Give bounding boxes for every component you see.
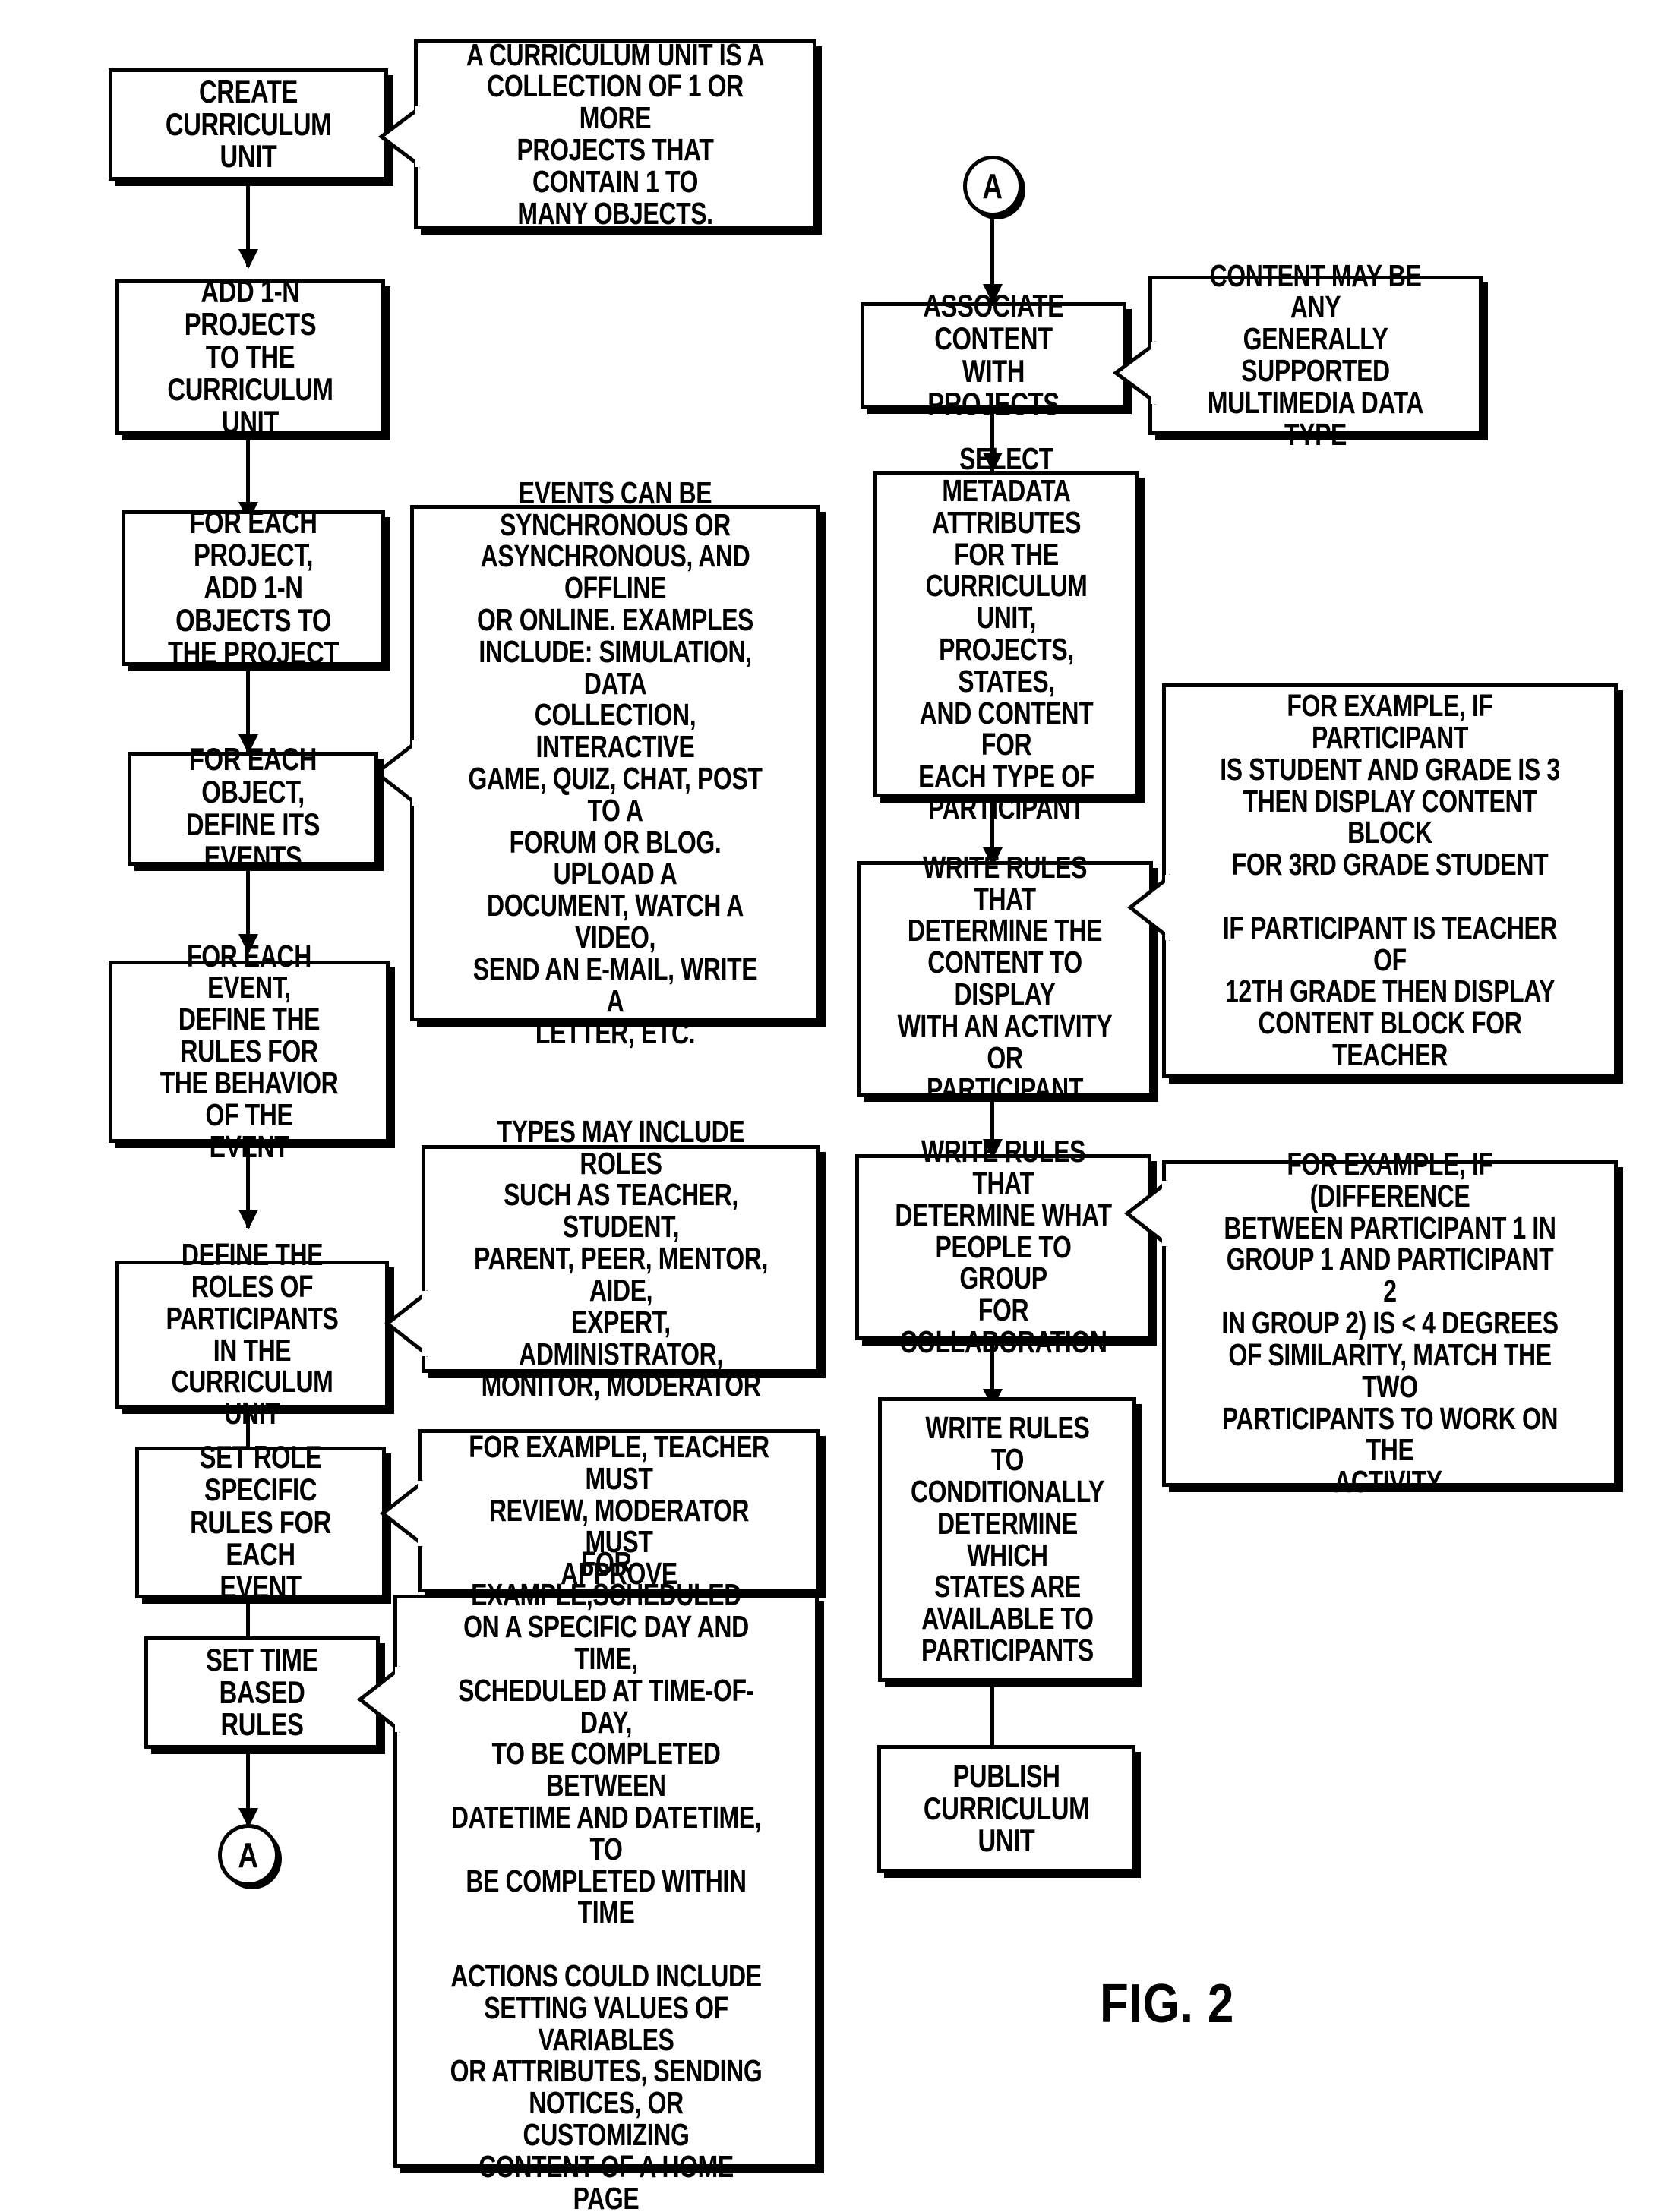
connector-a-out: A [218,1824,279,1886]
note-events: EVENTS CAN BE SYNCHRONOUS OR ASYNCHRONOU… [410,477,820,1048]
note-participant-example: FOR EXAMPLE, IF PARTICIPANT IS STUDENT A… [1162,683,1618,1078]
note-label: FOR EXAMPLE,SCHEDULED ON A SPECIFIC DAY … [450,1545,763,2212]
note-label: CONTENT MAY BE ANY GENERALLY SUPPORTED M… [1207,257,1424,452]
note-role-types: TYPES MAY INCLUDE ROLES SUCH AS TEACHER,… [422,1115,820,1401]
process-label: CREATE CURRICULUM UNIT [165,73,332,175]
process-label: WRITE RULES THAT DETERMINE THE CONTENT T… [897,849,1113,1107]
process-label: FOR EACH EVENT, DEFINE THE RULES FOR THE… [160,938,339,1163]
process-define-roles: DEFINE THE ROLES OF PARTICIPANTS IN THE … [115,1239,389,1429]
process-label: PUBLISH CURRICULUM UNIT [923,1757,1090,1859]
process-label: SET TIME BASED RULES [206,1641,318,1743]
process-add-projects: ADD 1-n PROJECTS TO THE CURRICULUM UNIT [115,273,385,440]
process-label: FOR EACH OBJECT, DEFINE ITS EVENTS [185,741,321,875]
process-create-curriculum-unit: CREATE CURRICULUM UNIT [109,68,388,181]
figure-caption: FIG. 2 [1100,1973,1256,2035]
process-define-event-rules: FOR EACH EVENT, DEFINE THE RULES FOR THE… [109,940,390,1162]
connector-a-in: A [963,156,1022,216]
process-label: WRITE RULES THAT DETERMINE WHAT PEOPLE T… [895,1134,1112,1360]
note-label: FOR EXAMPLE, IF PARTICIPANT IS STUDENT A… [1220,688,1560,1073]
process-label: FOR EACH PROJECT, ADD 1-n OBJECTS TO THE… [167,504,340,671]
arrow-create-to-add-projects [246,182,250,267]
process-associate-content: ASSOCIATE CONTENT WITH PROJECTS [861,289,1126,420]
process-set-time-rules: SET TIME BASED RULES [144,1636,380,1749]
note-content-type: CONTENT MAY BE ANY GENERALLY SUPPORTED M… [1148,260,1483,450]
arrow-add-objects-to-define-events [246,667,250,753]
note-curriculum-unit: A CURRICULUM UNIT IS A COLLECTION OF 1 O… [414,39,816,229]
figure-caption-label: FIG. 2 [1100,1974,1235,2034]
process-label: SET ROLE SPECIFIC RULES FOR EACH EVENT [190,1438,331,1605]
arrow-time-rules-to-connector-a [246,1750,250,1826]
connector-label: A [982,166,1003,206]
process-select-metadata: SELECT METADATA ATTRIBUTES FOR THE CURRI… [873,443,1139,824]
connector-label: A [238,1835,259,1875]
note-group-example: FOR EXAMPLE, IF (DIFFERENCE BETWEEN PART… [1162,1148,1618,1497]
process-define-events: FOR EACH OBJECT, DEFINE ITS EVENTS [128,743,378,873]
patent-figure-page: CREATE CURRICULUM UNIT A CURRICULUM UNIT… [0,0,1674,2212]
note-label: A CURRICULUM UNIT IS A COLLECTION OF 1 O… [466,36,765,231]
note-time-example: FOR EXAMPLE,SCHEDULED ON A SPECIFIC DAY … [393,1548,819,2212]
note-label: EVENTS CAN BE SYNCHRONOUS OR ASYNCHRONOU… [468,475,763,1050]
note-label: TYPES MAY INCLUDE ROLES SUCH AS TEACHER,… [474,1113,768,1403]
process-label: ADD 1-n PROJECTS TO THE CURRICULUM UNIT [167,273,333,440]
arrow-event-rules-to-define-roles [246,1144,250,1228]
process-publish-curriculum-unit: PUBLISH CURRICULUM UNIT [877,1745,1135,1873]
process-set-role-rules: SET ROLE SPECIFIC RULES FOR EACH EVENT [135,1440,386,1603]
note-label: FOR EXAMPLE, IF (DIFFERENCE BETWEEN PART… [1221,1147,1559,1500]
process-label: ASSOCIATE CONTENT WITH PROJECTS [923,288,1064,421]
process-label: WRITE RULES TO CONDITIONALLY DETERMINE W… [910,1410,1104,1668]
process-write-state-rules: WRITE RULES TO CONDITIONALLY DETERMINE W… [878,1397,1136,1682]
process-write-content-rules: WRITE RULES THAT DETERMINE THE CONTENT T… [857,851,1153,1105]
process-label: DEFINE THE ROLES OF PARTICIPANTS IN THE … [166,1237,339,1431]
process-label: SELECT METADATA ATTRIBUTES FOR THE CURRI… [918,441,1094,826]
process-write-group-rules: WRITE RULES THAT DETERMINE WHAT PEOPLE T… [855,1135,1151,1358]
process-add-objects: FOR EACH PROJECT, ADD 1-n OBJECTS TO THE… [122,506,385,669]
